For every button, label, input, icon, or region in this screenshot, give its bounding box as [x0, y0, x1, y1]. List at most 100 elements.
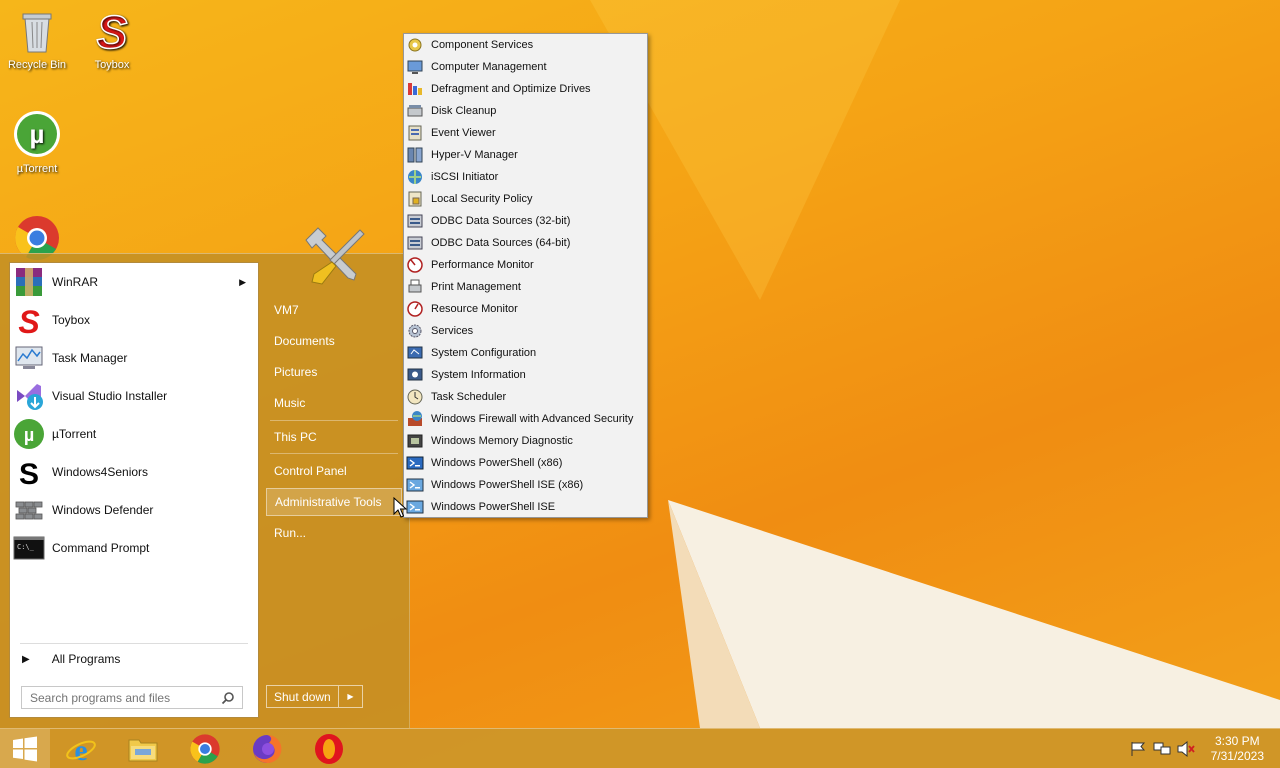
- program-label: Command Prompt: [52, 541, 150, 555]
- program-item-windows4seniors[interactable]: S Windows4Seniors: [10, 453, 258, 491]
- admin-tool-item[interactable]: Resource Monitor: [404, 298, 647, 320]
- admin-tool-item[interactable]: iSCSI Initiator: [404, 166, 647, 188]
- admin-tool-item[interactable]: System Information: [404, 364, 647, 386]
- admin-tool-label: Event Viewer: [431, 127, 496, 139]
- admin-tool-item[interactable]: Event Viewer: [404, 122, 647, 144]
- start-link-administrative-tools[interactable]: Administrative Tools: [266, 488, 402, 516]
- toybox-icon: S: [13, 304, 45, 336]
- program-label: Windows4Seniors: [52, 465, 149, 479]
- taskbar-file-explorer[interactable]: [116, 732, 170, 766]
- chrome-icon: [190, 734, 220, 764]
- admin-tool-label: System Configuration: [431, 347, 537, 359]
- taskbar-opera[interactable]: [302, 732, 356, 766]
- firewall-icon: [406, 410, 424, 428]
- admin-tool-item[interactable]: Task Scheduler: [404, 386, 647, 408]
- link-label: Administrative Tools: [275, 495, 382, 509]
- admin-tool-item[interactable]: System Configuration: [404, 342, 647, 364]
- all-programs-label: All Programs: [51, 652, 121, 666]
- search-box[interactable]: [21, 686, 243, 709]
- print-management-icon: [406, 278, 424, 296]
- admin-tool-label: Print Management: [431, 281, 521, 293]
- admin-tool-item[interactable]: Services: [404, 320, 647, 342]
- admin-tool-label: Local Security Policy: [431, 193, 533, 205]
- program-item-winrar[interactable]: WinRAR ▶: [10, 263, 258, 301]
- program-item-toybox[interactable]: S Toybox: [10, 301, 258, 339]
- powershell-ise-icon: [406, 498, 424, 516]
- taskbar-chrome[interactable]: [178, 732, 232, 766]
- svg-text:S: S: [18, 304, 40, 336]
- program-item-command-prompt[interactable]: C:\_ Command Prompt: [10, 529, 258, 567]
- all-programs-button[interactable]: ▶ All Programs: [18, 649, 250, 669]
- internet-explorer-icon: e: [66, 734, 96, 765]
- svg-text:S: S: [19, 458, 39, 488]
- desktop-icon-label: µTorrent: [16, 163, 58, 175]
- start-link-documents[interactable]: Documents: [266, 327, 402, 355]
- admin-tool-item[interactable]: Performance Monitor: [404, 254, 647, 276]
- system-clock[interactable]: 3:30 PM 7/31/2023: [1211, 734, 1264, 764]
- admin-tool-label: Performance Monitor: [431, 259, 534, 271]
- admin-tool-label: iSCSI Initiator: [431, 171, 499, 183]
- action-center-flag-icon[interactable]: [1129, 741, 1147, 757]
- admin-tool-item[interactable]: Windows PowerShell ISE: [404, 496, 647, 518]
- mouse-cursor-icon: [393, 497, 407, 518]
- admin-tool-item[interactable]: Local Security Policy: [404, 188, 647, 210]
- desktop-icon-label: Toybox: [94, 59, 130, 71]
- shutdown-options-arrow-icon[interactable]: ▶: [339, 686, 362, 707]
- windows4seniors-icon: S: [13, 456, 45, 488]
- link-label: Run...: [274, 526, 307, 540]
- admin-tool-label: Disk Cleanup: [431, 105, 497, 117]
- program-item-task-manager[interactable]: Task Manager: [10, 339, 258, 377]
- link-label: Pictures: [274, 365, 318, 379]
- start-link-run[interactable]: Run...: [266, 519, 402, 547]
- command-prompt-icon: C:\_: [13, 532, 45, 564]
- admin-tool-item[interactable]: Hyper-V Manager: [404, 144, 647, 166]
- start-link-pictures[interactable]: Pictures: [266, 358, 402, 386]
- admin-tool-label: Windows PowerShell ISE: [431, 501, 556, 513]
- admin-tool-item[interactable]: ODBC Data Sources (64-bit): [404, 232, 647, 254]
- admin-tool-label: Computer Management: [431, 61, 547, 73]
- start-link-music[interactable]: Music: [266, 389, 402, 417]
- windows-logo-icon: [13, 736, 37, 762]
- admin-tool-item[interactable]: ODBC Data Sources (32-bit): [404, 210, 647, 232]
- admin-tool-label: ODBC Data Sources (64-bit): [431, 237, 571, 249]
- link-label: This PC: [274, 430, 317, 444]
- volume-muted-icon[interactable]: [1177, 741, 1195, 757]
- start-link-vm7[interactable]: VM7: [266, 296, 402, 324]
- admin-tool-label: Task Scheduler: [431, 391, 507, 403]
- admin-tool-item[interactable]: Defragment and Optimize Drives: [404, 78, 647, 100]
- system-configuration-icon: [406, 344, 424, 362]
- admin-tool-item[interactable]: Print Management: [404, 276, 647, 298]
- start-link-control-panel[interactable]: Control Panel: [266, 457, 402, 485]
- folder-icon: [128, 739, 158, 762]
- search-input[interactable]: [30, 690, 210, 705]
- admin-tool-item[interactable]: Disk Cleanup: [404, 100, 647, 122]
- admin-tool-item[interactable]: Windows PowerShell ISE (x86): [404, 474, 647, 496]
- desktop-icon-recycle-bin[interactable]: Recycle Bin: [0, 6, 74, 71]
- desktop-icon-toybox[interactable]: S Toybox: [75, 5, 149, 71]
- visual-studio-installer-icon: [13, 380, 45, 412]
- start-button[interactable]: [0, 729, 50, 768]
- program-item-utorrent[interactable]: µ µTorrent: [10, 415, 258, 453]
- svg-text:µ: µ: [24, 425, 34, 445]
- admin-tool-item[interactable]: Windows Firewall with Advanced Security: [404, 408, 647, 430]
- start-link-this-pc[interactable]: This PC: [266, 423, 402, 451]
- program-item-visual-studio-installer[interactable]: Visual Studio Installer: [10, 377, 258, 415]
- search-icon[interactable]: [221, 691, 235, 705]
- taskbar-firefox[interactable]: [240, 732, 294, 766]
- shutdown-button[interactable]: Shut down ▶: [266, 685, 363, 708]
- component-services-icon: [406, 36, 424, 54]
- network-icon[interactable]: [1153, 741, 1171, 757]
- system-information-icon: [406, 366, 424, 384]
- divider: [270, 420, 398, 421]
- submenu-arrow-icon: ▶: [239, 276, 246, 287]
- admin-tool-item[interactable]: Component Services: [404, 34, 647, 56]
- performance-monitor-icon: [406, 256, 424, 274]
- desktop-icon-utorrent[interactable]: µ µTorrent: [0, 110, 74, 175]
- admin-tool-item[interactable]: Windows Memory Diagnostic: [404, 430, 647, 452]
- iscsi-icon: [406, 168, 424, 186]
- admin-tool-item[interactable]: Windows PowerShell (x86): [404, 452, 647, 474]
- admin-tool-item[interactable]: Computer Management: [404, 56, 647, 78]
- program-item-windows-defender[interactable]: Windows Defender: [10, 491, 258, 529]
- taskbar-internet-explorer[interactable]: e: [54, 732, 108, 766]
- toybox-icon: S: [96, 5, 129, 59]
